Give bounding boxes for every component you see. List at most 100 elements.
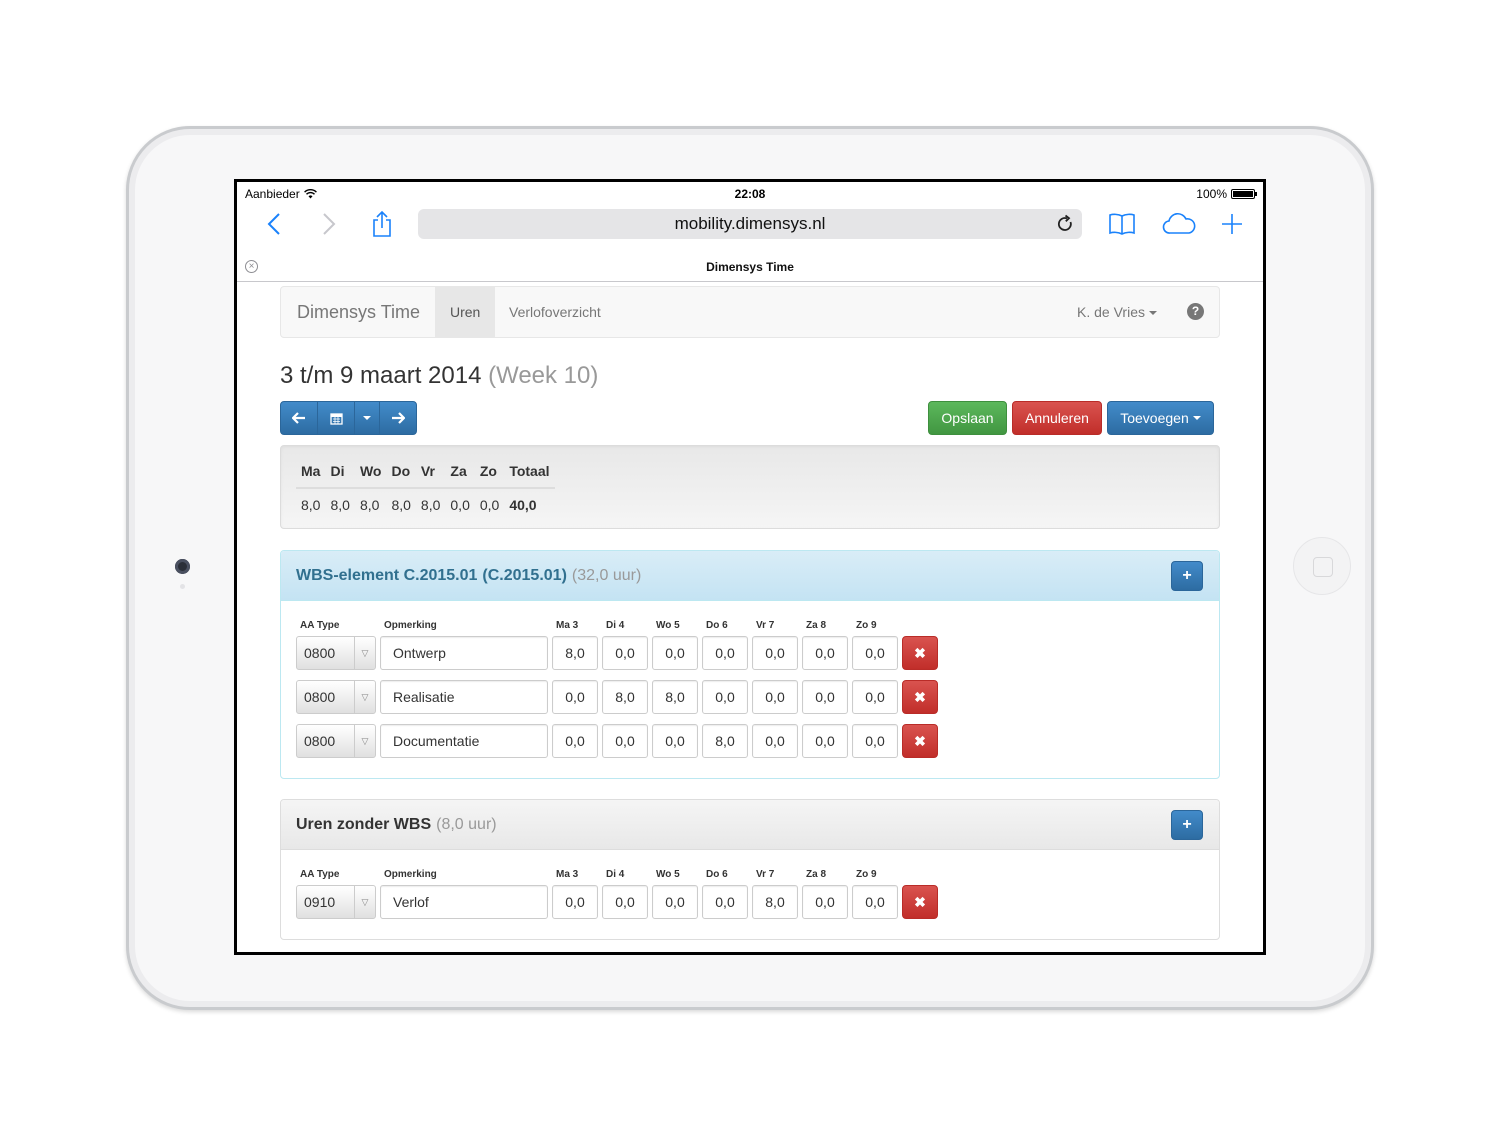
col-day: Ma 3 (556, 869, 579, 880)
next-week-button[interactable] (379, 401, 417, 435)
save-button[interactable]: Opslaan (928, 401, 1007, 435)
delete-row-button[interactable]: ✖ (902, 636, 938, 670)
hours-input[interactable]: 8,0 (702, 724, 748, 758)
aa-type-select[interactable]: 0800 (296, 680, 376, 714)
hours-input[interactable]: 0,0 (552, 724, 598, 758)
aa-type-select[interactable]: 0910 (296, 885, 376, 919)
hours-input[interactable]: 8,0 (552, 636, 598, 670)
remark-input[interactable]: Verlof (380, 885, 548, 919)
close-icon: ✖ (914, 688, 926, 705)
add-row-button[interactable]: + (1171, 561, 1203, 591)
col-day: Vr 7 (756, 620, 775, 631)
close-icon: ✖ (914, 893, 926, 910)
forward-icon[interactable] (314, 206, 344, 242)
summary-value: 8,0 (301, 497, 321, 513)
calendar-icon (329, 412, 343, 425)
arrow-left-icon (292, 412, 305, 424)
week-summary: Ma Di Wo Do Vr Za Zo Totaal 8,0 8,0 8,0 … (280, 445, 1220, 529)
sensor-dot (180, 584, 185, 589)
delete-row-button[interactable]: ✖ (902, 680, 938, 714)
tab-uren[interactable]: Uren (435, 287, 496, 337)
hours-input[interactable]: 0,0 (802, 636, 848, 670)
remark-input[interactable]: Ontwerp (380, 636, 548, 670)
aa-type-select[interactable]: 0800 (296, 636, 376, 670)
hours-input[interactable]: 0,0 (802, 885, 848, 919)
week-number: (Week 10) (488, 362, 599, 389)
reload-icon[interactable] (1056, 214, 1074, 234)
col-day: Do 6 (706, 869, 728, 880)
hours-input[interactable]: 0,0 (852, 680, 898, 714)
wbs-panel-heading: WBS-element C.2015.01 (C.2015.01) (32,0 … (281, 551, 1219, 601)
hours-input[interactable]: 0,0 (552, 885, 598, 919)
remark-input[interactable]: Documentatie (380, 724, 548, 758)
col-aa-type: AA Type (300, 620, 340, 631)
new-tab-icon[interactable] (1217, 206, 1247, 242)
web-page: Dimensys Time Uren Verlofoverzicht K. de… (237, 282, 1263, 952)
hours-input[interactable]: 0,0 (552, 680, 598, 714)
cancel-button[interactable]: Annuleren (1012, 401, 1102, 435)
app-brand[interactable]: Dimensys Time (297, 287, 420, 337)
hours-input[interactable]: 0,0 (802, 724, 848, 758)
back-icon[interactable] (259, 206, 289, 242)
home-button[interactable] (1293, 537, 1351, 595)
add-label: Toevoegen (1120, 410, 1189, 426)
previous-week-button[interactable] (280, 401, 318, 435)
hours-input[interactable]: 0,0 (602, 885, 648, 919)
table-row: 0800 Realisatie 0,0 8,0 8,0 0,0 0,0 0,0 … (296, 675, 1204, 719)
no-wbs-hours: (8,0 uur) (436, 815, 497, 833)
camera-icon (175, 559, 190, 574)
wbs-code: (C.2015.01) (482, 566, 567, 584)
calendar-button[interactable] (317, 401, 355, 435)
hours-input[interactable]: 0,0 (702, 636, 748, 670)
hours-input[interactable]: 0,0 (752, 680, 798, 714)
status-bar: Aanbieder 22:08 100% (237, 182, 1263, 204)
hours-input[interactable]: 0,0 (802, 680, 848, 714)
hours-input[interactable]: 0,0 (852, 724, 898, 758)
address-bar[interactable]: mobility.dimensys.nl (418, 209, 1082, 239)
app-navbar: Dimensys Time Uren Verlofoverzicht K. de… (280, 286, 1220, 338)
col-day: Ma 3 (556, 620, 579, 631)
wbs-hours: (32,0 uur) (571, 566, 642, 584)
close-icon: ✖ (914, 644, 926, 661)
hours-input[interactable]: 0,0 (652, 885, 698, 919)
col-day: Di 4 (606, 620, 625, 631)
hours-input[interactable]: 0,0 (852, 885, 898, 919)
hours-input[interactable]: 8,0 (602, 680, 648, 714)
safari-toolbar: mobility.dimensys.nl (237, 204, 1263, 252)
col-day: Za 8 (806, 869, 827, 880)
hours-input[interactable]: 0,0 (652, 636, 698, 670)
hours-input[interactable]: 0,0 (752, 724, 798, 758)
hours-input[interactable]: 0,0 (652, 724, 698, 758)
hours-input[interactable]: 0,0 (752, 636, 798, 670)
help-icon[interactable]: ? (1187, 303, 1204, 320)
hours-input[interactable]: 0,0 (852, 636, 898, 670)
aa-type-select[interactable]: 0800 (296, 724, 376, 758)
table-row: 0800 Documentatie 0,0 0,0 0,0 8,0 0,0 0,… (296, 719, 1204, 763)
tab-verlofoverzicht[interactable]: Verlofoverzicht (494, 287, 616, 337)
remark-input[interactable]: Realisatie (380, 680, 548, 714)
hours-input[interactable]: 0,0 (602, 636, 648, 670)
summary-value: 0,0 (479, 497, 500, 513)
icloud-tabs-icon[interactable] (1159, 206, 1199, 242)
delete-row-button[interactable]: ✖ (902, 885, 938, 919)
hours-input[interactable]: 0,0 (702, 885, 748, 919)
tab-title: Dimensys Time (706, 260, 794, 274)
user-menu[interactable]: K. de Vries (1077, 287, 1157, 337)
bookmarks-icon[interactable] (1107, 206, 1137, 242)
col-day: Wo 5 (656, 620, 680, 631)
week-dropdown-button[interactable] (354, 401, 380, 435)
hours-input[interactable]: 8,0 (752, 885, 798, 919)
hours-input[interactable]: 8,0 (652, 680, 698, 714)
close-tab-icon[interactable]: × (245, 260, 258, 273)
col-day: Vr 7 (756, 869, 775, 880)
page-title: 3 t/m 9 maart 2014 (Week 10) (280, 362, 598, 390)
clock: 22:08 (734, 187, 766, 201)
hours-input[interactable]: 0,0 (702, 680, 748, 714)
add-row-button[interactable]: + (1171, 810, 1203, 840)
share-icon[interactable] (367, 206, 397, 242)
col-opmerking: Opmerking (384, 620, 437, 631)
delete-row-button[interactable]: ✖ (902, 724, 938, 758)
hours-input[interactable]: 0,0 (602, 724, 648, 758)
add-dropdown-button[interactable]: Toevoegen (1107, 401, 1214, 435)
summary-header: Totaal (504, 459, 555, 489)
